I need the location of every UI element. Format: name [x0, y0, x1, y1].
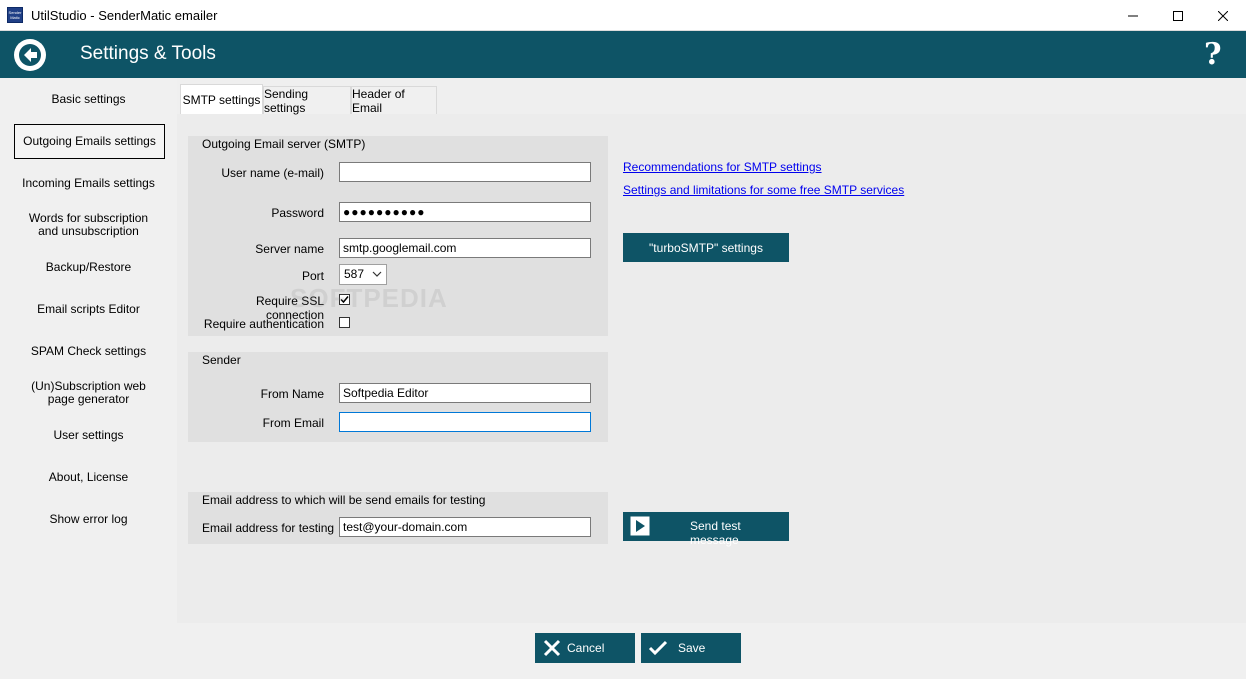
chevron-down-icon [372, 271, 382, 277]
from-email-label: From Email [262, 416, 324, 430]
back-button[interactable] [14, 39, 46, 71]
tab-sending-settings[interactable]: Sending settings [263, 86, 351, 115]
window-title: UtilStudio - SenderMatic emailer [31, 8, 218, 23]
sidebar-item-outgoing-emails[interactable]: Outgoing Emails settings [14, 124, 165, 159]
sidebar-item-backup-restore[interactable]: Backup/Restore [0, 261, 177, 274]
test-group-title: Email address to which will be send emai… [202, 493, 486, 507]
from-name-field[interactable]: Softpedia Editor [339, 383, 591, 403]
auth-label: Require authentication [203, 317, 324, 331]
port-label: Port [301, 269, 324, 283]
smtp-group-title: Outgoing Email server (SMTP) [202, 137, 366, 151]
sidebar-item-incoming-emails[interactable]: Incoming Emails settings [0, 177, 177, 190]
maximize-icon [1173, 10, 1183, 21]
sidebar-item-subscription-words[interactable]: Words for subscription and unsubscriptio… [0, 212, 177, 238]
close-button[interactable] [1200, 0, 1246, 31]
cancel-label: Cancel [567, 641, 605, 655]
minimize-icon [1128, 15, 1138, 16]
sidebar-item-subscription-page[interactable]: (Un)Subscription web page generator [0, 380, 177, 406]
save-label: Save [678, 641, 706, 655]
auth-checkbox[interactable] [339, 317, 350, 328]
smtp-limitations-link[interactable]: Settings and limitations for some free S… [623, 183, 904, 197]
arrow-left-icon [19, 44, 41, 66]
turbo-smtp-label: "turboSMTP" settings [649, 240, 763, 255]
maximize-button[interactable] [1155, 0, 1201, 31]
test-address-field[interactable]: test@your-domain.com [339, 517, 591, 537]
sidebar-item-error-log[interactable]: Show error log [0, 513, 177, 526]
sidebar: Basic settings Outgoing Emails settings … [0, 78, 177, 623]
tab-smtp-settings[interactable]: SMTP settings [180, 84, 263, 114]
title-bar: Sender Matic UtilStudio - SenderMatic em… [0, 0, 1246, 31]
sidebar-item-about-license[interactable]: About, License [0, 471, 177, 484]
sidebar-item-email-scripts[interactable]: Email scripts Editor [0, 303, 177, 316]
send-test-label: Send test message [690, 519, 741, 547]
header-bar: Settings & Tools ? [0, 31, 1246, 78]
cancel-button[interactable]: Cancel [535, 633, 635, 663]
cross-icon [543, 639, 561, 657]
help-icon[interactable]: ? [1204, 37, 1222, 72]
watermark: SOFTPEDIA [290, 283, 448, 313]
sidebar-item-label: Outgoing Emails settings [23, 134, 156, 148]
from-email-field[interactable] [339, 412, 591, 432]
close-icon [1218, 10, 1228, 21]
password-field[interactable]: ●●●●●●●●●● [339, 202, 591, 222]
server-name-field[interactable]: smtp.googlemail.com [339, 238, 591, 258]
port-select[interactable]: 587 [339, 264, 387, 285]
username-field[interactable] [339, 162, 591, 182]
tab-header-of-email[interactable]: Header of Email [351, 86, 437, 115]
smtp-recommendations-link[interactable]: Recommendations for SMTP settings [623, 160, 822, 174]
play-icon [630, 516, 650, 536]
sidebar-item-user-settings[interactable]: User settings [0, 429, 177, 442]
test-address-label: Email address for testing [202, 521, 335, 535]
save-button[interactable]: Save [641, 633, 741, 663]
sidebar-item-basic-settings[interactable]: Basic settings [0, 93, 177, 106]
sender-group-title: Sender [202, 353, 241, 367]
minimize-button[interactable] [1110, 0, 1156, 31]
from-name-label: From Name [260, 387, 324, 401]
sidebar-item-spam-check[interactable]: SPAM Check settings [0, 345, 177, 358]
turbo-smtp-button[interactable]: "turboSMTP" settings [623, 233, 789, 262]
checkmark-icon [648, 640, 668, 656]
username-label: User name (e-mail) [221, 166, 324, 180]
password-label: Password [271, 206, 324, 220]
send-test-button[interactable]: Send test message [623, 512, 789, 547]
server-name-label: Server name [255, 242, 324, 256]
page-title: Settings & Tools [80, 43, 216, 64]
app-icon: Sender Matic [7, 7, 23, 23]
port-value: 587 [344, 267, 365, 281]
